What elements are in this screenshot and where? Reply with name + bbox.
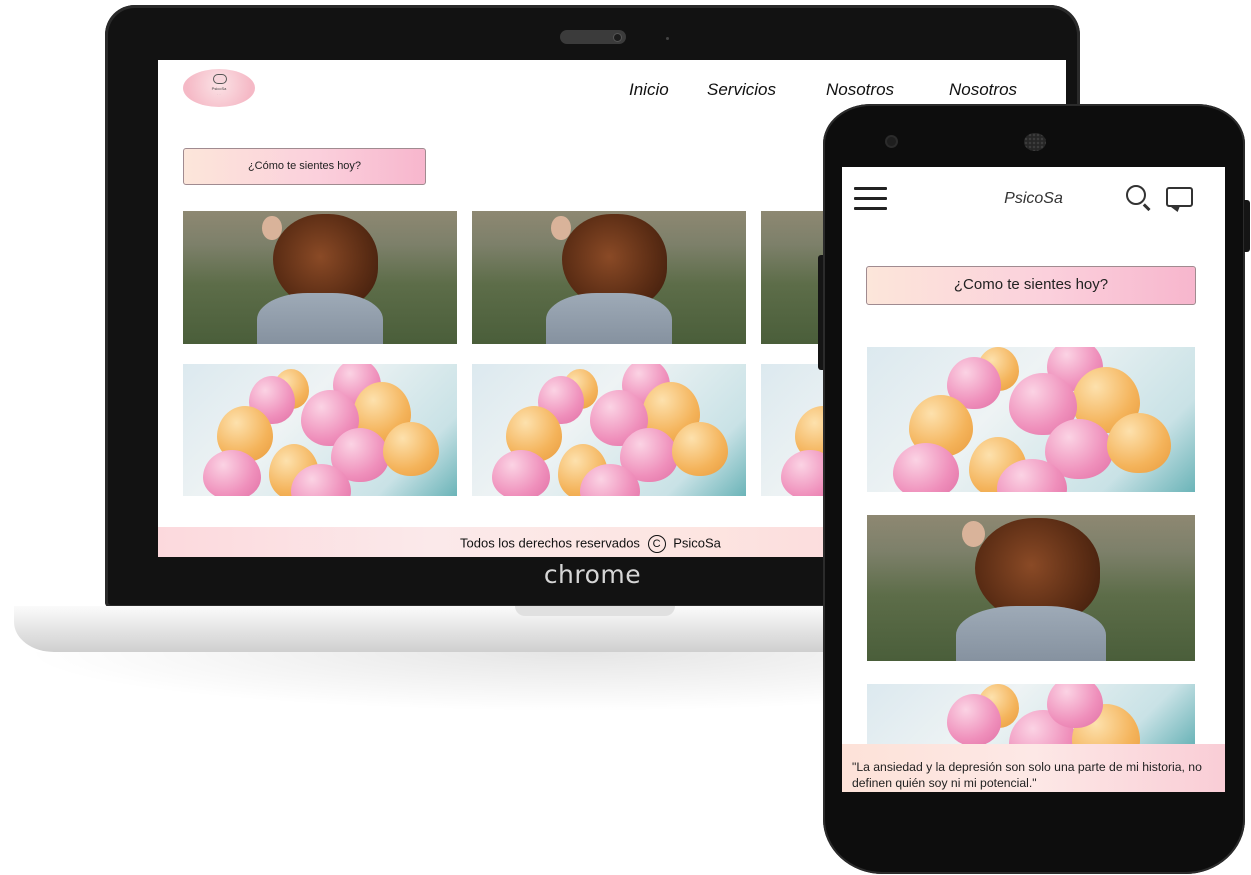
phone-power-button <box>1244 200 1250 252</box>
balloons-photo-card[interactable] <box>867 684 1195 744</box>
front-camera-icon <box>887 137 896 146</box>
girl-photo-card[interactable] <box>183 211 457 344</box>
balloons-photo-card[interactable] <box>867 347 1195 492</box>
chat-icon[interactable] <box>1166 187 1193 207</box>
balloons-photo-card[interactable] <box>472 364 746 496</box>
laptop-hinge-notch <box>515 606 675 616</box>
desktop-logo-name: PsicoSa <box>211 86 227 91</box>
nav-nosotros-2[interactable]: Nosotros <box>949 80 1017 100</box>
laptop-mic <box>666 37 669 40</box>
girl-photo-card[interactable] <box>472 211 746 344</box>
nav-nosotros[interactable]: Nosotros <box>826 80 894 100</box>
nav-inicio[interactable]: Inicio <box>629 80 669 100</box>
footer-text: Todos los derechos reservados C PsicoSa <box>460 535 721 553</box>
footer-brand: PsicoSa <box>673 535 721 551</box>
laptop-brand-label: chrome <box>543 560 642 589</box>
phone-speaker <box>1024 133 1046 151</box>
balloons-photo-card[interactable] <box>183 364 457 496</box>
girl-photo-card[interactable] <box>867 515 1195 661</box>
mobile-mood-button[interactable]: ¿Como te sientes hoy? <box>866 266 1196 305</box>
desktop-logo-tagline: · · <box>217 92 221 96</box>
mood-button[interactable]: ¿Cómo te sientes hoy? <box>183 148 426 185</box>
nav-servicios[interactable]: Servicios <box>707 80 776 100</box>
brain-icon <box>213 74 227 84</box>
inspirational-quote: "La ansiedad y la depresión son solo una… <box>842 744 1225 792</box>
copyright-icon: C <box>647 535 666 553</box>
footer-rights: Todos los derechos reservados <box>460 535 640 551</box>
webcam-lens-icon <box>614 34 621 41</box>
search-icon[interactable] <box>1126 185 1146 205</box>
desktop-logo[interactable]: PsicoSa · · <box>183 69 255 107</box>
phone-screen: PsicoSa ¿Como te sientes hoy? "La ansied… <box>842 167 1225 792</box>
